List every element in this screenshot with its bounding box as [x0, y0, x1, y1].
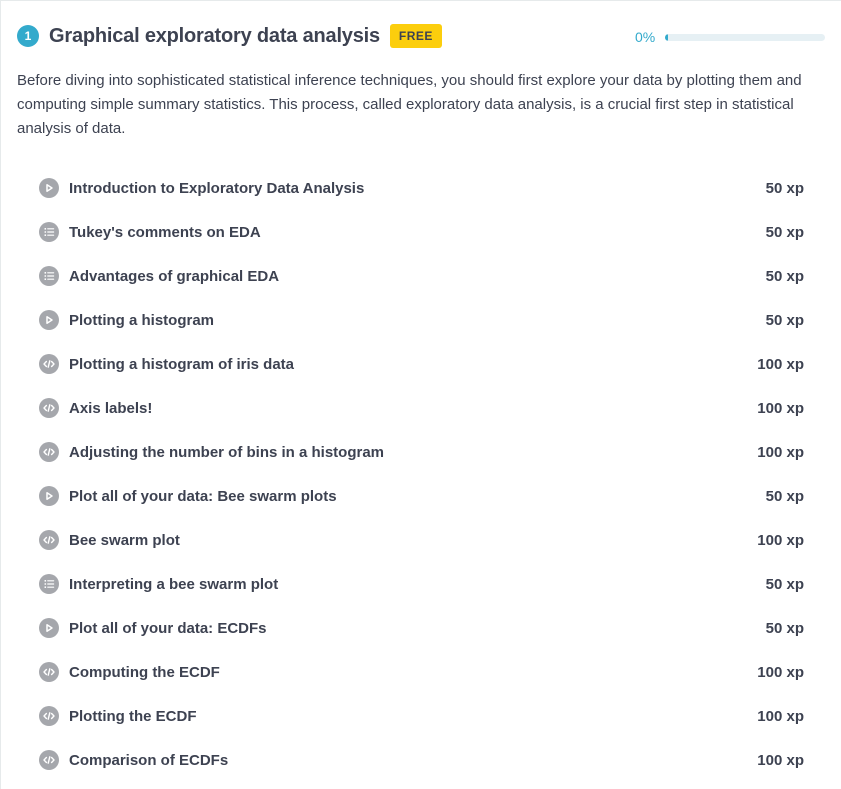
exercise-title[interactable]: Comparison of ECDFs [69, 752, 757, 769]
exercise-item[interactable]: Plot all of your data: Bee swarm plots 50… [39, 474, 804, 518]
exercise-item[interactable]: Advantages of graphical EDA 50 xp [39, 254, 804, 298]
exercise-item[interactable]: Tukey's comments on EDA 50 xp [39, 210, 804, 254]
exercise-xp: 100 xp [757, 707, 804, 725]
exercise-title[interactable]: Adjusting the number of bins in a histog… [69, 444, 757, 461]
exercise-xp: 100 xp [757, 663, 804, 681]
exercise-title[interactable]: Plotting the ECDF [69, 708, 757, 725]
exercise-title[interactable]: Computing the ECDF [69, 664, 757, 681]
exercise-item[interactable]: Plotting the ECDF 100 xp [39, 694, 804, 738]
chapter-card: 1 Graphical exploratory data analysis FR… [0, 0, 841, 789]
code-icon [39, 662, 59, 682]
exercise-title[interactable]: Tukey's comments on EDA [69, 224, 766, 241]
play-icon [39, 178, 59, 198]
exercise-xp: 100 xp [757, 399, 804, 417]
exercise-item[interactable]: Interpreting a bee swarm plot 50 xp [39, 562, 804, 606]
exercise-item[interactable]: Plotting a histogram 50 xp [39, 298, 804, 342]
code-icon [39, 750, 59, 770]
exercise-title[interactable]: Axis labels! [69, 400, 757, 417]
chapter-number-badge: 1 [17, 25, 39, 47]
progress-percent: 0% [635, 29, 656, 45]
exercise-title[interactable]: Plotting a histogram [69, 312, 766, 329]
play-icon [39, 618, 59, 638]
exercise-item[interactable]: Introduction to Exploratory Data Analysi… [39, 166, 804, 210]
exercise-item[interactable]: Axis labels! 100 xp [39, 386, 804, 430]
list-icon [39, 222, 59, 242]
exercise-xp: 50 xp [765, 619, 804, 637]
chapter-header: 1 Graphical exploratory data analysis FR… [17, 23, 442, 49]
code-icon [39, 442, 59, 462]
exercise-item[interactable]: Adjusting the number of bins in a histog… [39, 430, 804, 474]
exercise-xp: 100 xp [757, 531, 804, 549]
exercise-item[interactable]: Comparison of ECDFs 100 xp [39, 738, 804, 782]
exercise-xp: 50 xp [765, 575, 804, 593]
play-icon [39, 486, 59, 506]
exercise-list: Introduction to Exploratory Data Analysi… [39, 166, 804, 782]
code-icon [39, 354, 59, 374]
exercise-title[interactable]: Plotting a histogram of iris data [69, 356, 757, 373]
chapter-description: Before diving into sophisticated statist… [17, 72, 802, 137]
exercise-xp: 100 xp [757, 355, 804, 373]
exercise-item[interactable]: Computing the ECDF 100 xp [39, 650, 804, 694]
exercise-title[interactable]: Bee swarm plot [69, 532, 757, 549]
exercise-item[interactable]: Plotting a histogram of iris data 100 xp [39, 342, 804, 386]
list-icon [39, 266, 59, 286]
exercise-title[interactable]: Advantages of graphical EDA [69, 268, 766, 285]
exercise-title[interactable]: Plot all of your data: Bee swarm plots [69, 488, 766, 505]
code-icon [39, 398, 59, 418]
exercise-xp: 50 xp [765, 223, 804, 241]
list-icon [39, 574, 59, 594]
exercise-title[interactable]: Introduction to Exploratory Data Analysi… [69, 180, 766, 197]
chapter-progress: 0% [635, 29, 825, 45]
exercise-xp: 50 xp [765, 311, 804, 329]
chapter-title[interactable]: Graphical exploratory data analysis [49, 25, 380, 48]
code-icon [39, 706, 59, 726]
free-badge: FREE [389, 24, 442, 48]
exercise-xp: 50 xp [765, 267, 804, 285]
exercise-title[interactable]: Plot all of your data: ECDFs [69, 620, 766, 637]
play-icon [39, 310, 59, 330]
exercise-xp: 100 xp [757, 751, 804, 769]
progress-bar-fill [665, 33, 668, 41]
progress-bar [665, 33, 825, 41]
exercise-xp: 100 xp [757, 443, 804, 461]
exercise-xp: 50 xp [765, 487, 804, 505]
exercise-xp: 50 xp [765, 179, 804, 197]
exercise-item[interactable]: Plot all of your data: ECDFs 50 xp [39, 606, 804, 650]
code-icon [39, 530, 59, 550]
exercise-item[interactable]: Bee swarm plot 100 xp [39, 518, 804, 562]
exercise-title[interactable]: Interpreting a bee swarm plot [69, 576, 766, 593]
